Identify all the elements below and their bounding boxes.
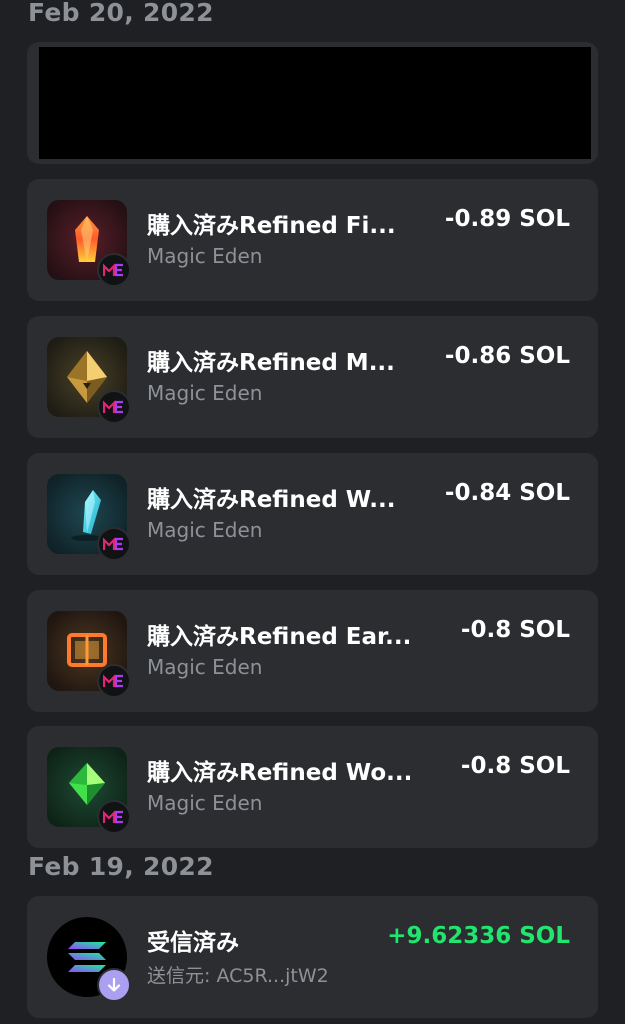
transaction-row[interactable]: 購入済みRefined W... Magic Eden -0.84 SOL xyxy=(27,453,598,575)
date-header: Feb 20, 2022 xyxy=(28,0,214,27)
transaction-row[interactable]: 購入済みRefined Ear... Magic Eden -0.8 SOL xyxy=(27,590,598,712)
transaction-source: Magic Eden xyxy=(147,655,263,679)
transaction-source: 送信元: AC5R...jtW2 xyxy=(147,965,329,987)
transaction-amount: -0.89 SOL xyxy=(444,206,570,232)
transaction-source: Magic Eden xyxy=(147,244,263,268)
transaction-title: 購入済みRefined Fi... xyxy=(147,213,396,239)
transaction-row[interactable]: 受信済み 送信元: AC5R...jtW2 +9.62336 SOL xyxy=(27,896,598,1018)
transaction-title: 購入済みRefined Wo... xyxy=(147,760,412,786)
magic-eden-icon xyxy=(97,664,131,698)
transaction-amount: -0.86 SOL xyxy=(444,343,570,369)
magic-eden-icon xyxy=(97,800,131,834)
transaction-row[interactable]: 購入済みRefined M... Magic Eden -0.86 SOL xyxy=(27,316,598,438)
transaction-row[interactable]: 購入済みRefined Wo... Magic Eden -0.8 SOL xyxy=(27,726,598,848)
transaction-amount: -0.8 SOL xyxy=(460,753,570,779)
transaction-source: Magic Eden xyxy=(147,791,263,815)
magic-eden-icon xyxy=(97,527,131,561)
redaction-block xyxy=(39,47,591,159)
activity-list: Feb 20, 2022 購入済みRefined Fi... Magic Ede… xyxy=(0,0,625,1024)
date-header: Feb 19, 2022 xyxy=(28,852,214,881)
transaction-title: 購入済みRefined Ear... xyxy=(147,624,412,650)
transaction-amount: -0.8 SOL xyxy=(460,617,570,643)
transaction-title: 受信済み xyxy=(147,930,239,956)
arrow-down-icon xyxy=(97,968,131,1002)
transaction-title: 購入済みRefined W... xyxy=(147,487,396,513)
transaction-source: Magic Eden xyxy=(147,518,263,542)
transaction-title: 購入済みRefined M... xyxy=(147,350,395,376)
transaction-amount: +9.62336 SOL xyxy=(387,923,570,949)
transaction-source: Magic Eden xyxy=(147,381,263,405)
transaction-row[interactable]: 購入済みRefined Fi... Magic Eden -0.89 SOL xyxy=(27,179,598,301)
magic-eden-icon xyxy=(97,390,131,424)
magic-eden-icon xyxy=(97,253,131,287)
transaction-amount: -0.84 SOL xyxy=(444,480,570,506)
redacted-transaction[interactable] xyxy=(27,42,598,164)
